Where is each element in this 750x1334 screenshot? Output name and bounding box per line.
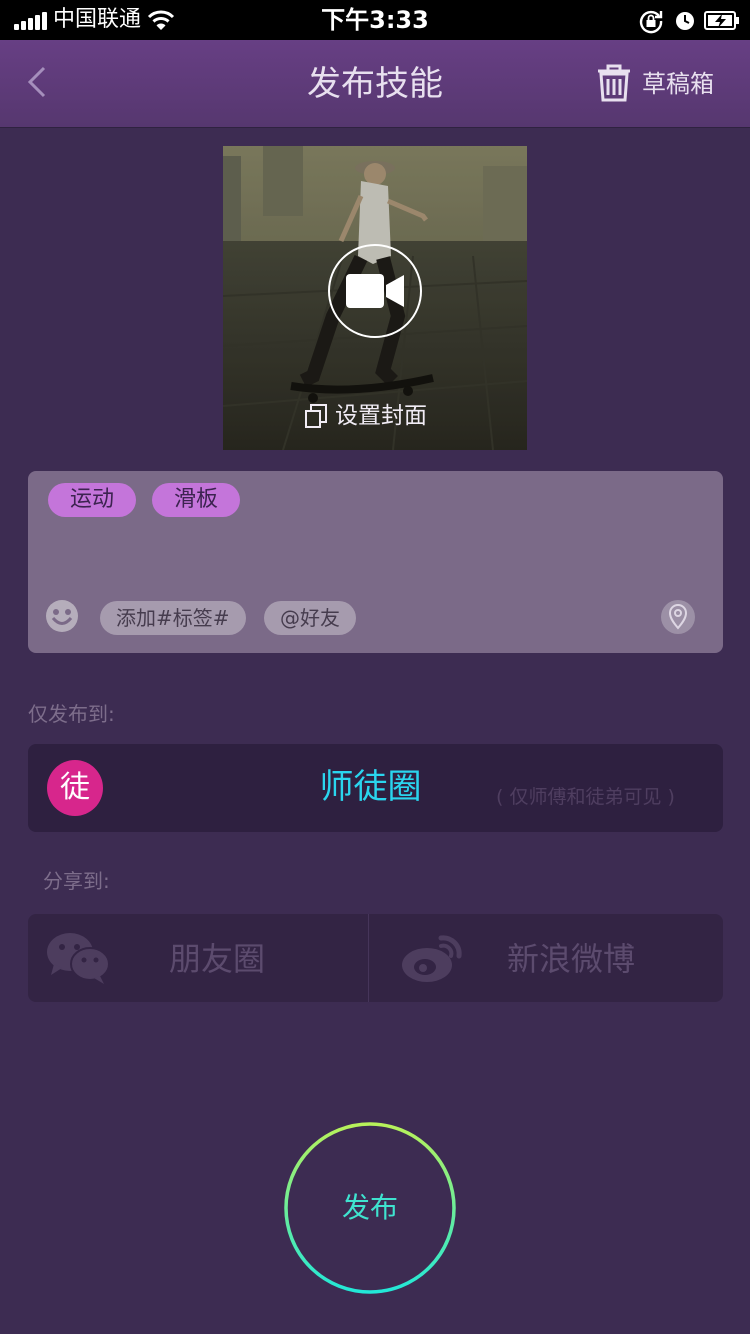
- circle-visibility-note: ( 仅师傅和徒弟可见 ): [496, 786, 675, 808]
- battery-charging-icon: [704, 11, 739, 30]
- weibo-icon: [402, 935, 462, 982]
- location-pin-icon[interactable]: [661, 600, 695, 634]
- skill-description-input[interactable]: 运动 滑板 添加#标签# @好友: [28, 471, 723, 653]
- alarm-clock-icon: [676, 12, 694, 30]
- drafts-button[interactable]: 草稿箱: [594, 62, 734, 106]
- circle-badge: 徒: [47, 760, 103, 816]
- add-topic-button[interactable]: 添加#标签#: [100, 601, 246, 635]
- publish-label: 发布: [341, 1191, 398, 1224]
- share-options: 朋友圈 新浪微博: [28, 914, 723, 1002]
- circle-name: 师徒圈: [319, 767, 422, 807]
- smiley-icon[interactable]: [45, 599, 79, 633]
- play-video-button[interactable]: [328, 244, 422, 338]
- rotation-lock-icon: [639, 10, 663, 34]
- copy-frame-icon: [305, 404, 327, 428]
- drafts-label: 草稿箱: [642, 70, 714, 98]
- tag-chip[interactable]: 滑板: [152, 483, 241, 517]
- publish-to-label: 仅发布到:: [28, 702, 115, 726]
- tag-chip[interactable]: 运动: [48, 483, 137, 517]
- share-weibo-button[interactable]: 新浪微博: [369, 914, 723, 1002]
- share-to-label: 分享到:: [43, 869, 110, 893]
- nav-bar: 发布技能 草稿箱: [0, 40, 750, 128]
- wechat-moments-label: 朋友圈: [169, 940, 266, 978]
- chevron-left-icon[interactable]: [24, 64, 50, 100]
- video-camera-icon: [346, 274, 404, 308]
- set-cover-label: 设置封面: [335, 403, 427, 429]
- publish-button[interactable]: 发布: [284, 1122, 456, 1294]
- video-cover[interactable]: 设置封面: [223, 146, 527, 450]
- trash-icon: [598, 64, 630, 102]
- wechat-icon: [47, 933, 110, 984]
- mention-friend-button[interactable]: @好友: [264, 601, 356, 635]
- status-bar: 中国联通 下午3:33: [0, 0, 750, 40]
- master-apprentice-circle-option[interactable]: 徒 师徒圈 ( 仅师傅和徒弟可见 ): [28, 744, 723, 832]
- share-wechat-moments-button[interactable]: 朋友圈: [28, 914, 368, 1002]
- set-cover-button[interactable]: 设置封面: [303, 400, 463, 432]
- weibo-label: 新浪微博: [507, 940, 636, 978]
